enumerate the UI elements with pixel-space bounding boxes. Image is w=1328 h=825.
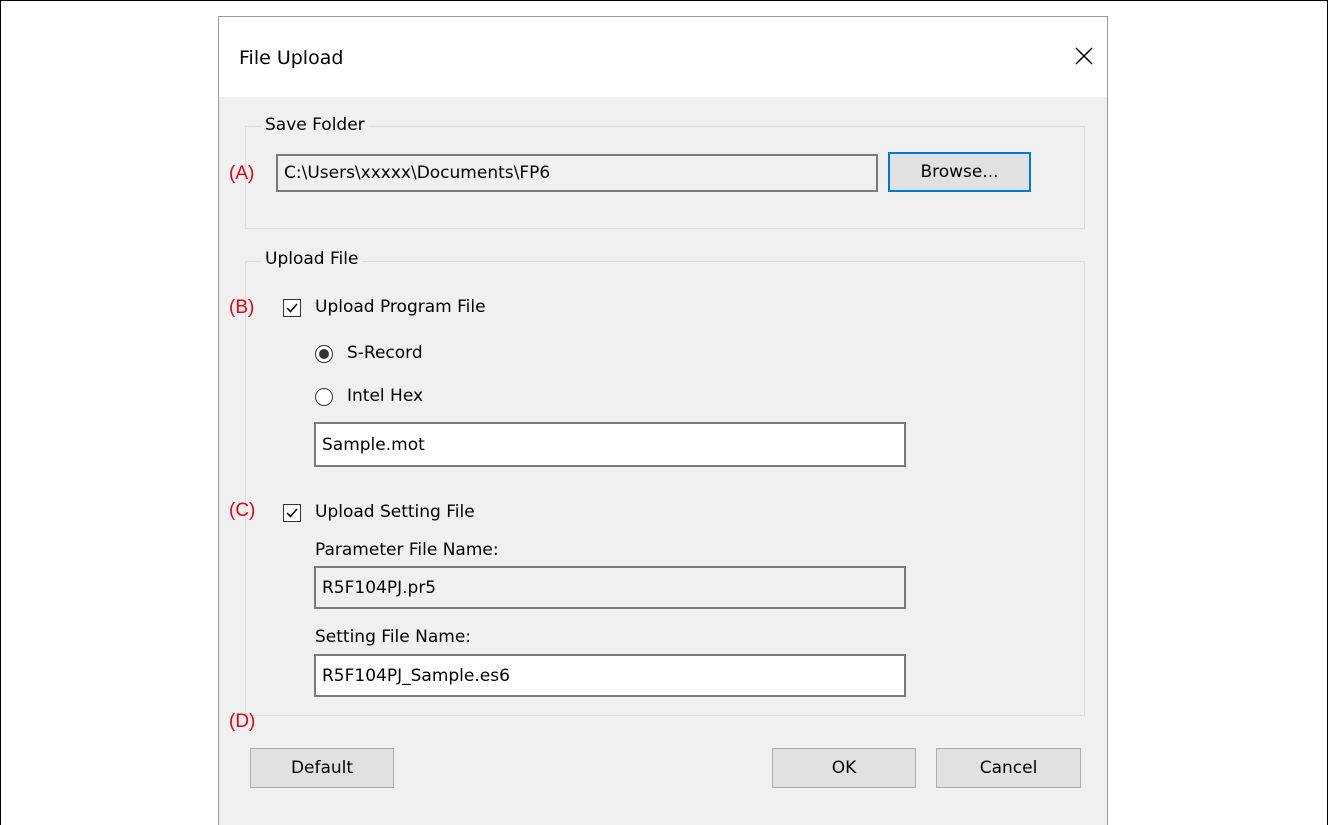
upload-program-file-checkbox[interactable] xyxy=(283,299,301,317)
upload-setting-file-checkbox[interactable] xyxy=(283,504,301,522)
program-file-name-input[interactable]: Sample.mot xyxy=(314,422,906,467)
cancel-button-label: Cancel xyxy=(979,758,1038,778)
program-file-name-value: Sample.mot xyxy=(322,434,425,455)
intel-hex-radio[interactable] xyxy=(315,388,333,406)
parameter-file-name-label: Parameter File Name: xyxy=(315,540,499,560)
setting-file-name-label: Setting File Name: xyxy=(315,627,472,647)
close-button[interactable] xyxy=(1061,35,1107,77)
upload-file-group xyxy=(245,261,1085,716)
save-folder-group-label: Save Folder xyxy=(261,115,369,135)
annotation-mark-b: (B) xyxy=(229,297,255,318)
cancel-button[interactable]: Cancel xyxy=(936,748,1081,788)
upload-setting-file-label[interactable]: Upload Setting File xyxy=(315,502,475,522)
setting-file-name-input[interactable]: R5F104PJ_Sample.es6 xyxy=(314,654,906,697)
annotation-mark-c: (C) xyxy=(229,500,256,521)
upload-program-file-label[interactable]: Upload Program File xyxy=(315,297,486,317)
s-record-label[interactable]: S-Record xyxy=(347,343,423,363)
checkmark-icon xyxy=(286,508,298,518)
close-icon xyxy=(1075,47,1093,65)
title-bar: File Upload xyxy=(219,17,1107,97)
save-folder-path-field[interactable]: C:\Users\xxxxx\Documents\FP6 xyxy=(276,154,878,192)
browse-button-label: Browse... xyxy=(920,162,999,182)
annotation-mark-d: (D) xyxy=(229,711,256,732)
radio-selected-dot xyxy=(319,349,329,359)
default-button[interactable]: Default xyxy=(250,748,394,788)
default-button-label: Default xyxy=(290,758,354,778)
dialog-title: File Upload xyxy=(239,47,344,69)
annotation-mark-a: (A) xyxy=(229,163,255,184)
parameter-file-name-value: R5F104PJ.pr5 xyxy=(322,577,437,598)
upload-file-group-label: Upload File xyxy=(261,249,363,269)
browse-button[interactable]: Browse... xyxy=(888,152,1031,192)
parameter-file-name-field[interactable]: R5F104PJ.pr5 xyxy=(314,566,906,609)
intel-hex-label[interactable]: Intel Hex xyxy=(347,386,423,406)
checkmark-icon xyxy=(286,303,298,313)
ok-button-label: OK xyxy=(831,758,857,778)
file-upload-dialog: File Upload Save Folder (A) C:\Users\xxx… xyxy=(218,16,1108,825)
setting-file-name-value: R5F104PJ_Sample.es6 xyxy=(322,665,510,686)
s-record-radio[interactable] xyxy=(315,345,333,363)
save-folder-path-value: C:\Users\xxxxx\Documents\FP6 xyxy=(284,163,551,183)
ok-button[interactable]: OK xyxy=(772,748,916,788)
